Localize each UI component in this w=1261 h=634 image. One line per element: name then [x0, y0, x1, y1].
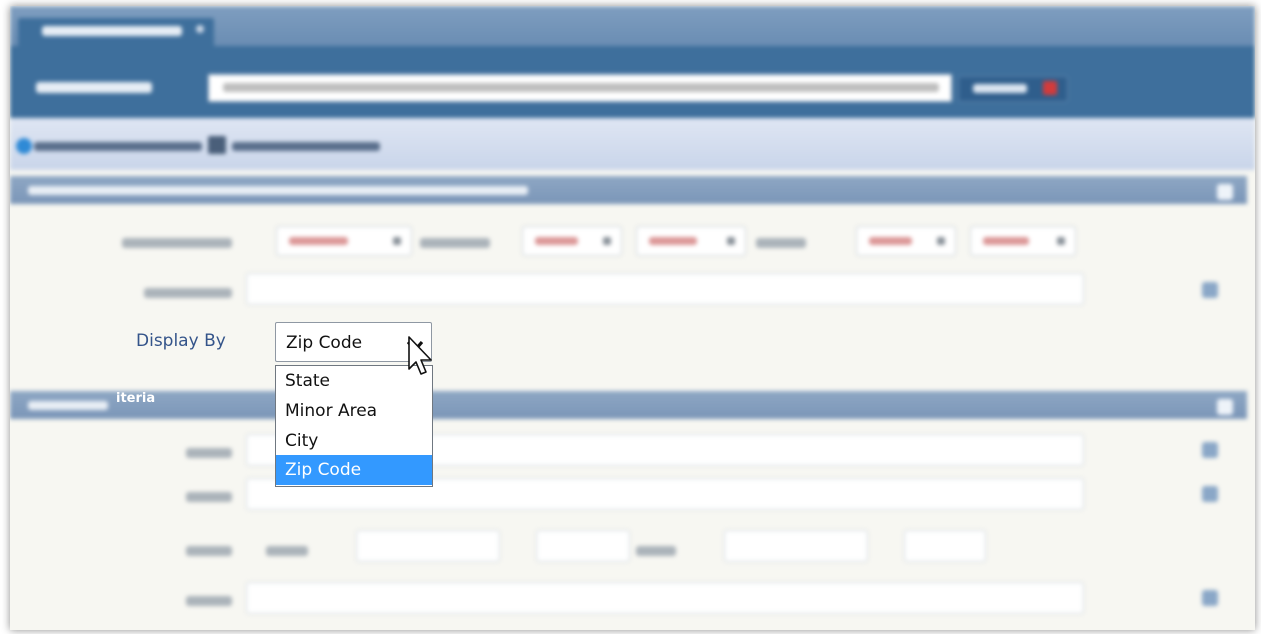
end-month-select[interactable] — [856, 226, 956, 256]
section-header-report — [10, 176, 1247, 204]
section-title — [28, 401, 108, 410]
close-icon[interactable] — [1043, 81, 1057, 95]
section-header-criteria — [10, 391, 1247, 419]
section-criteria-title: iteria — [116, 391, 156, 406]
collapse-icon[interactable] — [1217, 399, 1233, 415]
begin-year-select[interactable] — [636, 226, 746, 256]
report-name-field[interactable] — [208, 74, 952, 102]
plus-icon[interactable] — [1202, 590, 1218, 606]
plus-icon[interactable] — [1202, 442, 1218, 458]
price-low-input[interactable] — [356, 530, 500, 562]
price-high-input[interactable] — [724, 530, 868, 562]
report-name-label — [36, 82, 152, 93]
tab-active[interactable] — [18, 18, 214, 48]
begin-label — [420, 238, 490, 248]
display-by-label: Display By — [136, 331, 226, 351]
toolbar — [10, 118, 1255, 170]
toolbar-link-save-template[interactable] — [232, 142, 380, 151]
report-name-text — [223, 83, 939, 92]
price-high-label — [636, 546, 676, 556]
mouse-pointer-icon — [408, 336, 432, 375]
price-low-unit-input[interactable] — [536, 530, 630, 562]
dropdown-option-zip-code[interactable]: Zip Code — [276, 455, 432, 485]
collapse-icon[interactable] — [1217, 184, 1233, 200]
save-icon[interactable] — [208, 136, 226, 154]
plus-icon[interactable] — [1202, 282, 1218, 298]
end-year-select[interactable] — [970, 226, 1076, 256]
report-button[interactable] — [958, 76, 1068, 102]
begin-month-select[interactable] — [522, 226, 622, 256]
tab-label — [42, 26, 182, 36]
end-label — [756, 238, 806, 248]
type2-input[interactable] — [246, 582, 1084, 614]
tab-strip — [10, 6, 1255, 48]
dropdown-option-minor-area[interactable]: Minor Area — [276, 396, 432, 426]
close-icon[interactable] — [196, 25, 204, 33]
type2-label — [186, 596, 232, 606]
type-label — [186, 448, 232, 458]
search-icon[interactable] — [16, 138, 32, 154]
display-by-value: Zip Code — [286, 333, 363, 353]
report-button-label — [973, 84, 1027, 93]
app-window — [10, 6, 1255, 630]
price-low-label — [266, 546, 308, 556]
section-title — [28, 186, 528, 195]
board-id-input[interactable] — [246, 273, 1084, 305]
dropdown-option-city[interactable]: City — [276, 426, 432, 456]
price-high-unit-input[interactable] — [904, 530, 986, 562]
toolbar-link-search[interactable] — [34, 142, 202, 151]
price-label — [186, 546, 232, 556]
header-band — [10, 6, 1255, 118]
date-range-select[interactable] — [276, 226, 412, 256]
area-label — [186, 492, 232, 502]
plus-icon[interactable] — [1202, 486, 1218, 502]
board-id-label — [144, 288, 232, 298]
date-range-label — [122, 238, 232, 248]
